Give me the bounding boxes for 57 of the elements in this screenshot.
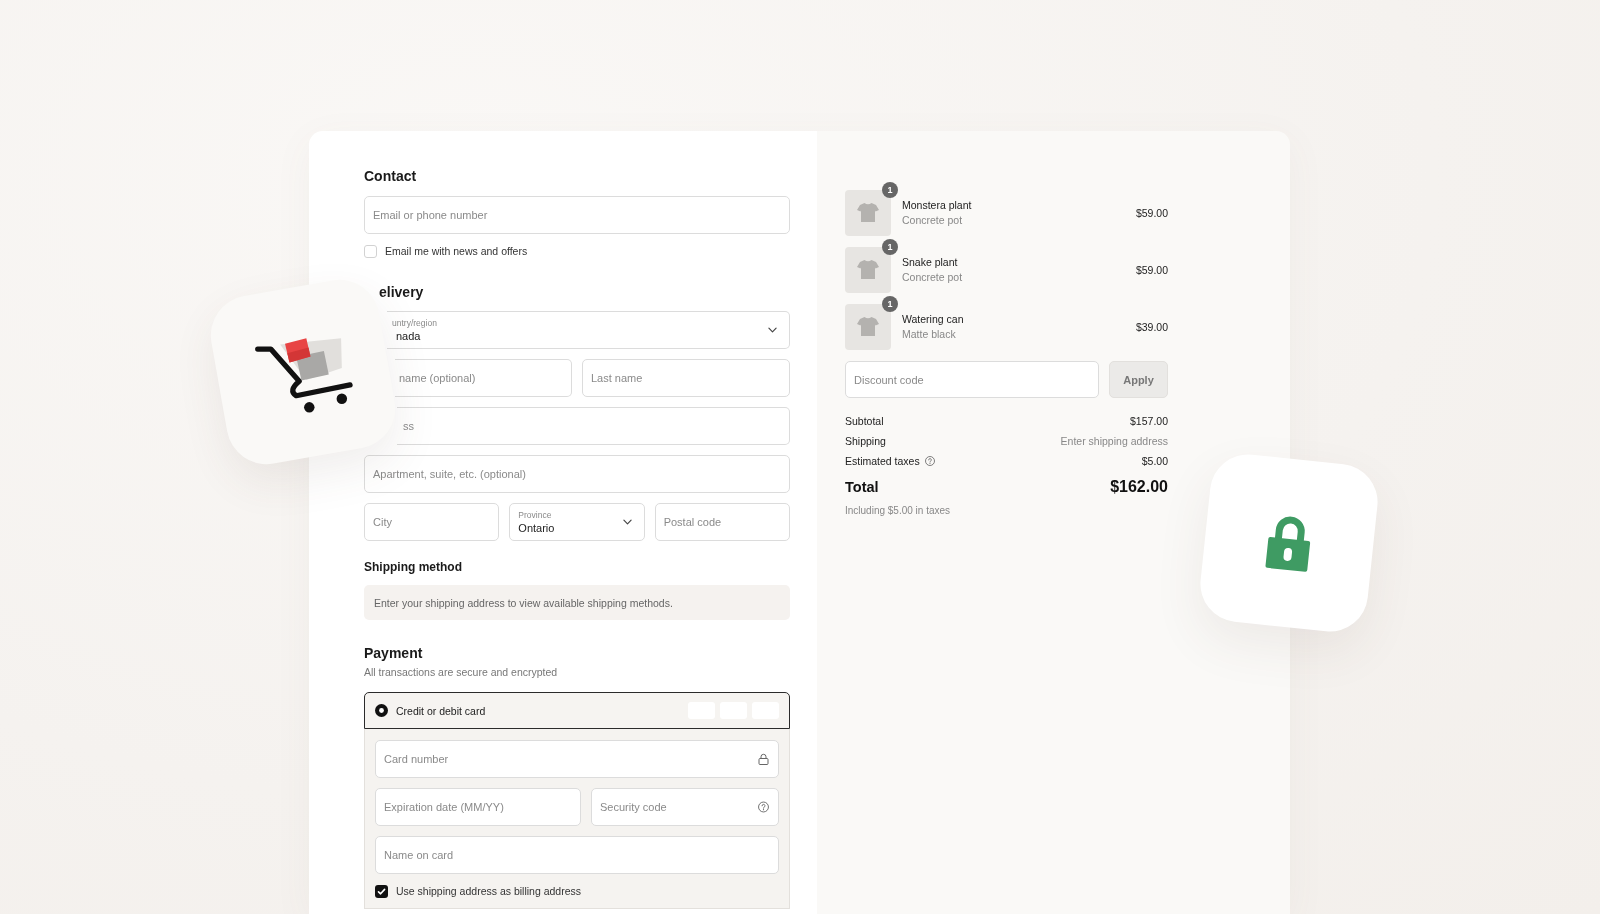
section-heading: elivery [378,283,425,302]
section-heading: Payment [364,644,424,663]
payment-option[interactable]: Credit or debit card [364,692,790,729]
lock-icon [758,753,769,765]
postal-code-field[interactable]: Postal code [654,503,790,541]
security-code-field[interactable]: Security code [591,788,779,826]
product-name: Snake plant [902,255,959,270]
city-field[interactable]: City [364,503,500,541]
tax-note: Including $5.00 in taxes [845,504,952,518]
checkbox[interactable] [375,884,388,898]
summary-label: Subtotal [845,415,884,427]
chevron-down-icon [622,519,632,525]
summary-value: Enter shipping address [1060,435,1168,447]
checkbox-label: Email me with news and offers [385,244,528,258]
checkbox-label: Use shipping address as billing address [396,884,582,898]
section-subtitle: All transactions are secure and encrypted [364,665,559,679]
product-name: Watering can [902,312,964,327]
summary-label: Shipping [845,435,886,447]
name-on-card-field[interactable]: Name on card [375,836,779,874]
option-label: Credit or debit card [396,704,486,717]
last-name-field[interactable]: Last name [582,359,790,397]
select-value: nada [396,328,421,343]
field-label: untry/region [392,317,437,329]
total-label: Total [845,479,879,495]
quantity-badge: 1 [882,239,898,255]
apartment-field[interactable]: Apartment, suite, etc. (optional) [364,455,790,493]
product-price: $59.00 [1135,264,1168,276]
address-field[interactable]: ss [397,407,790,445]
quantity-badge: 1 [882,182,898,198]
section-heading: Contact [364,167,418,186]
summary-label: Estimated taxes [845,455,920,467]
section-heading: Shipping method [364,559,463,575]
country-select[interactable]: untry/region nada [387,311,790,349]
product-price: $59.00 [1135,207,1168,219]
radio-button[interactable] [375,704,388,717]
total-value: $162.00 [1110,478,1168,496]
summary-value: $157.00 [1130,415,1168,427]
select-value: Ontario [518,520,555,535]
quantity-badge: 1 [882,296,898,312]
discount-code-field[interactable]: Discount code [845,361,1099,398]
help-icon [924,456,935,466]
province-select[interactable]: Province Ontario [509,503,645,541]
product-name: Monstera plant [902,198,972,213]
shipping-notice: Enter your shipping address to view available shipping methods. [364,585,790,620]
email-field[interactable]: Email or phone number [364,196,790,234]
help-icon [758,801,769,813]
card-number-field[interactable]: Card number [375,740,779,778]
product-variant: Concrete pot [902,270,963,285]
checkbox[interactable] [364,244,377,258]
product-price: $39.00 [1135,321,1168,333]
chevron-down-icon [768,327,777,333]
summary-value: $5.00 [1141,455,1168,467]
first-name-field[interactable]: name (optional) [395,359,572,397]
product-variant: Concrete pot [902,213,964,228]
product-variant: Matte black [902,327,957,342]
field-label: Province [518,509,552,521]
expiration-date-field[interactable]: Expiration date (MM/YY) [375,788,581,826]
